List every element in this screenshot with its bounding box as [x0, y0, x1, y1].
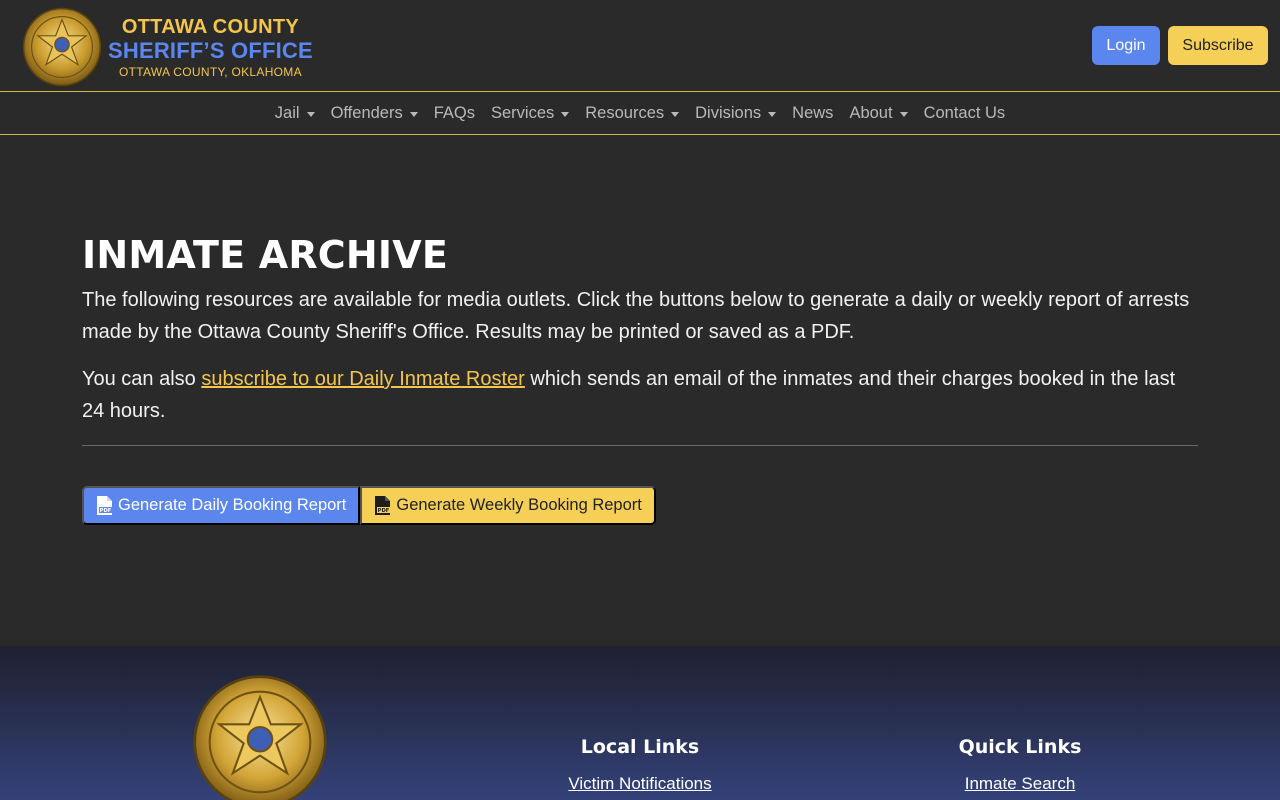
daily-inmate-roster-link[interactable]: subscribe to our Daily Inmate Roster — [201, 368, 524, 390]
nav-label: Services — [490, 104, 555, 122]
pdf-file-icon: PDF — [375, 496, 391, 515]
nav-label: About — [849, 104, 893, 122]
subscribe-prefix-text: You can also — [82, 368, 202, 390]
report-button-group: PDF Generate Daily Booking Report PDF Ge… — [82, 486, 1198, 525]
nav-label: Offenders — [330, 104, 403, 122]
brand-location: OTTAWA COUNTY, OKLAHOMA — [118, 64, 302, 79]
nav-label: Divisions — [695, 104, 762, 122]
nav-item-services[interactable]: Services — [483, 104, 577, 123]
nav-label: Resources — [585, 104, 665, 122]
local-links-heading: Local Links — [580, 736, 700, 758]
quick-links-heading: Quick Links — [958, 736, 1082, 758]
page-title: INMATE ARCHIVE — [82, 233, 448, 277]
pdf-file-icon: PDF — [97, 496, 112, 515]
caret-down-icon — [561, 112, 570, 117]
inmate-search-link[interactable]: Inmate Search — [890, 774, 1150, 794]
caret-down-icon — [899, 112, 908, 117]
nav-item-resources[interactable]: Resources — [577, 104, 687, 123]
nav-item-news[interactable]: News — [784, 104, 841, 123]
caret-down-icon — [768, 112, 777, 117]
nav-item-faqs[interactable]: FAQs — [426, 104, 483, 123]
brand-logo-link[interactable]: OTTAWA COUNTY SHERIFF’S OFFICE OTTAWA CO… — [22, 7, 313, 87]
nav-label: FAQs — [433, 104, 475, 122]
svg-text:PDF: PDF — [378, 508, 390, 514]
nav-item-offenders[interactable]: Offenders — [323, 104, 426, 123]
svg-text:PDF: PDF — [100, 508, 112, 514]
nav-item-about[interactable]: About — [841, 104, 915, 123]
nav-label: Jail — [274, 104, 300, 122]
site-footer: Local Links Victim Notifications Quick L… — [0, 646, 1280, 800]
weekly-report-label: Generate Weekly Booking Report — [396, 496, 642, 514]
nav-item-contact-us[interactable]: Contact Us — [916, 104, 1014, 123]
divider — [82, 445, 1198, 446]
local-links-section: Local Links Victim Notifications — [510, 736, 770, 794]
brand-subtitle: SHERIFF’S OFFICE — [108, 37, 313, 63]
intro-paragraph: The following resources are available fo… — [82, 289, 1190, 343]
generate-weekly-report-button[interactable]: PDF Generate Weekly Booking Report — [360, 486, 656, 525]
nav-item-divisions[interactable]: Divisions — [687, 104, 784, 123]
subscribe-button[interactable]: Subscribe — [1168, 26, 1268, 65]
login-button[interactable]: Login — [1092, 26, 1160, 65]
sheriff-badge-icon — [22, 7, 102, 87]
nav-label: Contact Us — [923, 104, 1006, 122]
site-header: OTTAWA COUNTY SHERIFF’S OFFICE OTTAWA CO… — [0, 0, 1280, 92]
subscribe-paragraph: You can also subscribe to our Daily Inma… — [82, 364, 1198, 427]
sheriff-badge-icon — [193, 675, 327, 800]
caret-down-icon — [671, 112, 680, 117]
main-content: INMATE ARCHIVE The following resources a… — [82, 135, 1198, 525]
generate-daily-report-button[interactable]: PDF Generate Daily Booking Report — [82, 486, 361, 525]
caret-down-icon — [306, 112, 315, 117]
nav-item-jail[interactable]: Jail — [267, 104, 323, 123]
daily-report-label: Generate Daily Booking Report — [118, 496, 347, 514]
auth-buttons: Login Subscribe — [1092, 26, 1268, 65]
main-nav: Jail Offenders FAQs Services Resources D… — [0, 93, 1280, 135]
quick-links-section: Quick Links Inmate Search — [890, 736, 1150, 794]
brand-title: OTTAWA COUNTY — [121, 15, 300, 38]
victim-notifications-link[interactable]: Victim Notifications — [510, 774, 770, 794]
nav-label: News — [792, 104, 834, 122]
caret-down-icon — [409, 112, 418, 117]
